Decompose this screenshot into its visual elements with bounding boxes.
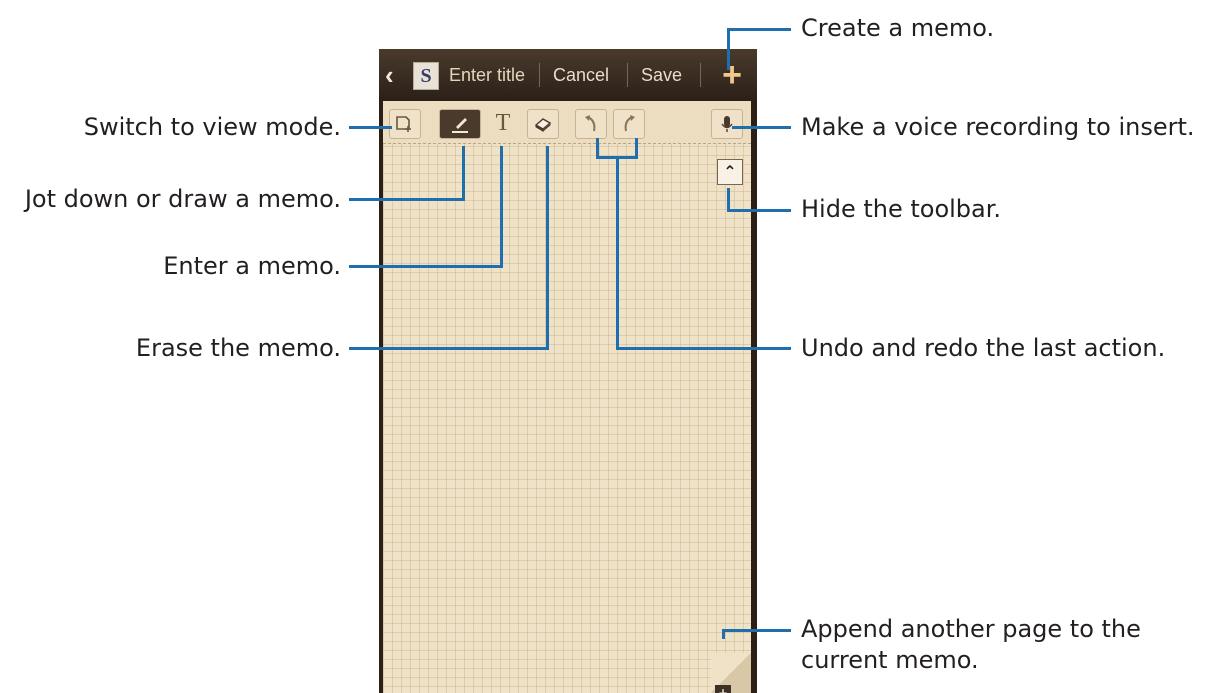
- text-button[interactable]: T: [487, 109, 519, 139]
- memo-topbar: ‹ S Enter title Cancel Save +: [379, 49, 757, 101]
- callout-line-append: [722, 629, 791, 632]
- divider: [700, 63, 701, 87]
- view-mode-icon: [396, 116, 411, 132]
- microphone-icon: [721, 116, 733, 132]
- callout-line-draw: [462, 146, 465, 201]
- callout-undo-redo: Undo and redo the last action.: [801, 334, 1166, 362]
- pen-icon: [452, 118, 468, 133]
- memo-canvas[interactable]: T ⌃ +: [383, 101, 751, 693]
- callout-line-undo-redo: [616, 347, 791, 350]
- divider: [539, 63, 540, 87]
- pen-button[interactable]: [439, 109, 481, 139]
- callout-erase-memo: Erase the memo.: [135, 334, 341, 362]
- title-input[interactable]: Enter title: [449, 49, 525, 101]
- callout-line-undo-redo: [616, 156, 619, 350]
- undo-icon: [585, 115, 596, 132]
- callout-hide-toolbar: Hide the toolbar.: [801, 195, 1002, 223]
- callout-line-undo-redo: [596, 138, 599, 158]
- memo-screen: ‹ S Enter title Cancel Save + T ⌃ +: [379, 49, 757, 693]
- callout-line-hide-toolbar: [727, 209, 791, 212]
- hide-toolbar-button[interactable]: ⌃: [717, 159, 743, 185]
- callout-line-erase: [546, 146, 549, 350]
- redo-button[interactable]: [613, 109, 645, 139]
- callout-line-create: [727, 28, 791, 31]
- callout-line-enter-memo: [349, 265, 503, 268]
- back-button[interactable]: ‹: [385, 49, 407, 101]
- view-mode-button[interactable]: [389, 109, 421, 139]
- callout-append-page-line2: current memo.: [801, 646, 979, 674]
- redo-icon: [624, 115, 635, 132]
- callout-line-create: [727, 28, 730, 70]
- callout-line-voice: [732, 126, 791, 129]
- add-page-button[interactable]: +: [715, 685, 731, 693]
- memo-toolbar: T: [383, 101, 751, 144]
- eraser-icon: [534, 118, 552, 133]
- create-memo-button[interactable]: +: [715, 49, 749, 101]
- voice-record-button[interactable]: [711, 109, 743, 139]
- callout-line-draw: [349, 198, 465, 201]
- text-icon: T: [495, 110, 511, 136]
- chevron-up-icon: ⌃: [723, 162, 737, 181]
- callout-draw-memo: Jot down or draw a memo.: [24, 185, 341, 213]
- callout-create-memo: Create a memo.: [801, 14, 995, 42]
- callout-line-undo-redo: [635, 138, 638, 158]
- eraser-button[interactable]: [527, 109, 559, 139]
- save-button[interactable]: Save: [641, 49, 682, 101]
- undo-button[interactable]: [575, 109, 607, 139]
- callout-line-view-mode: [349, 126, 392, 129]
- callout-line-enter-memo: [500, 146, 503, 268]
- callout-append-page-line1: Append another page to the: [801, 615, 1141, 643]
- callout-line-erase: [349, 347, 549, 350]
- callout-view-mode: Switch to view mode.: [83, 113, 341, 141]
- cancel-button[interactable]: Cancel: [553, 49, 609, 101]
- divider: [627, 63, 628, 87]
- callout-enter-memo: Enter a memo.: [163, 252, 341, 280]
- app-logo-icon: S: [413, 62, 439, 90]
- add-page-icon: +: [717, 686, 729, 693]
- callout-voice-recording: Make a voice recording to insert.: [801, 113, 1195, 141]
